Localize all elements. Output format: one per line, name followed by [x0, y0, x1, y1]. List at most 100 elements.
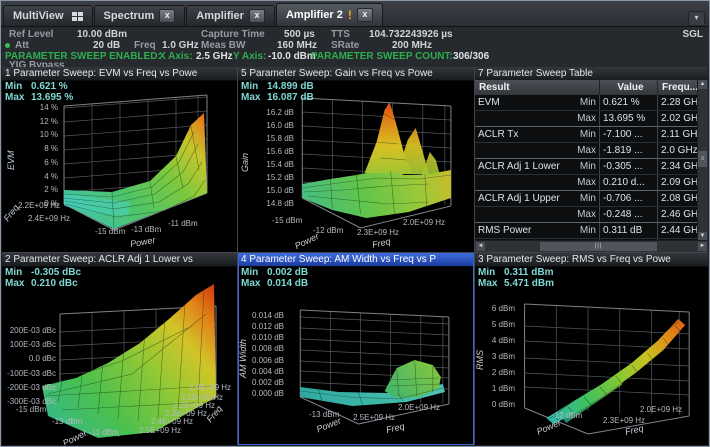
- tab-spectrum[interactable]: Spectrum x: [93, 5, 186, 26]
- col-result: Result: [475, 80, 600, 95]
- am-width-axis-label: AM Width: [238, 339, 248, 378]
- x-axis-value: 2.5 GHz: [196, 51, 233, 62]
- warning-icon: !: [347, 8, 352, 22]
- sgl-indicator: SGL: [682, 29, 703, 40]
- meas-bw-value: 160 MHz: [277, 40, 318, 51]
- channel-info-bar[interactable]: Ref Level 10.00 dBm Capture Time 500 µs …: [1, 27, 709, 71]
- tts-value: 104.732243926 µs: [369, 29, 453, 40]
- close-icon[interactable]: x: [159, 9, 176, 23]
- freq-tick: 2.0E+09 Hz: [640, 405, 683, 414]
- panel-evm-title[interactable]: 1 Parameter Sweep: EVM vs Freq vs Powe: [2, 67, 237, 81]
- tab-overflow-button[interactable]: ▾: [688, 11, 705, 26]
- scroll-left-icon[interactable]: ◄: [476, 242, 485, 251]
- att-status-dot: [5, 43, 10, 48]
- tab-multiview[interactable]: MultiView: [3, 5, 93, 26]
- table-row[interactable]: Max 13.695 %2.02 GHz: [475, 110, 698, 126]
- chevron-down-icon: ▾: [694, 13, 699, 22]
- panel-evm[interactable]: 1 Parameter Sweep: EVM vs Freq vs Powe M…: [2, 67, 237, 252]
- freq-tick: 2.2E+09 Hz: [18, 201, 61, 210]
- power-tick: -15 dBm: [272, 216, 303, 225]
- capture-time-label: Capture Time: [201, 29, 265, 40]
- power-tick: -13 dBm: [131, 225, 162, 234]
- panel-rms-title[interactable]: 3 Parameter Sweep: RMS vs Freq vs Powe: [475, 253, 708, 267]
- horizontal-scrollbar[interactable]: ◄ ||| ►: [475, 240, 708, 252]
- gain-axis-ticks: 16.2 dB 16.0 dB 15.8 dB 15.6 dB 15.4 dB 15.…: [266, 108, 294, 208]
- freq-tick: 2.0E+09 Hz: [398, 403, 441, 412]
- vertical-scrollbar[interactable]: ▲ ≡ ▼: [697, 80, 708, 241]
- power-tick: -11 dBm: [89, 428, 119, 437]
- table-row[interactable]: EVMMin 0.621 %2.28 GHz: [475, 95, 698, 110]
- minmax-readout: Min 0.002 dB Max 0.014 dB: [241, 267, 309, 289]
- tab-amplifier-2[interactable]: Amplifier 2 ! x: [275, 3, 383, 26]
- table-row[interactable]: ACLR Adj 1 UpperMin -0.706 ...2.08 GHz: [475, 190, 698, 206]
- table-row[interactable]: ACLR TxMin -7.100 ...2.11 GHz: [475, 126, 698, 142]
- close-icon[interactable]: x: [248, 9, 265, 23]
- table-row[interactable]: Max -1.819 ... 2.0 GHz: [475, 142, 698, 158]
- panel-aclr-plot[interactable]: Min -0.305 dBc Max 0.210 dBc 200E-03 dBc…: [2, 266, 237, 445]
- tab-spectrum-label: Spectrum: [103, 10, 155, 22]
- att-value: 20 dB: [93, 40, 121, 51]
- power-tick: -15 dBm: [95, 227, 126, 236]
- att-label: Att: [15, 40, 29, 51]
- table-row[interactable]: Max 0.210 d...2.09 GHz: [475, 174, 698, 190]
- meas-bw-label: Meas BW: [201, 40, 246, 51]
- tab-multiview-label: MultiView: [13, 10, 64, 22]
- tab-amplifier-label: Amplifier: [196, 10, 244, 22]
- close-icon[interactable]: x: [356, 8, 373, 22]
- panel-am-width-plot[interactable]: Min 0.002 dB Max 0.014 dB 0.014 dB 0.012…: [238, 266, 474, 445]
- sweep-count-label: PARAMETER SWEEP COUNT:: [311, 51, 453, 62]
- table-row[interactable]: RMS PowerMin 0.311 dB2.44 GHz: [475, 222, 698, 238]
- scrollbar-handle[interactable]: ≡: [698, 150, 707, 167]
- freq-tick: 2.5E+09 Hz: [139, 426, 182, 435]
- evm-axis-ticks: 14 % 12 % 10 % 8 % 6 % 4 % 2 % 0 %: [39, 103, 58, 208]
- freq-label: Freq: [134, 40, 156, 51]
- power-tick: -11 dBm: [168, 219, 198, 228]
- table-row[interactable]: ACLR Adj 1 LowerMin -0.305 ...2.34 GHz: [475, 158, 698, 174]
- minmax-readout: Min 0.621 % Max 13.695 %: [5, 81, 74, 103]
- tts-label: TTS: [331, 29, 350, 40]
- sweep-table: Result Value Frequ... EVM Min 0.621 % 2.28…: [475, 80, 708, 252]
- sweep-count-value: 306/306: [453, 51, 490, 62]
- freq-value: 1.0 GHz: [162, 40, 199, 51]
- ref-level-label: Ref Level: [9, 29, 54, 40]
- minmax-readout: Min 14.899 dB Max 16.087 dB: [241, 81, 314, 103]
- tab-amplifier[interactable]: Amplifier x: [186, 5, 275, 26]
- freq-tick: 2.3E+09 Hz: [357, 228, 400, 237]
- panel-rms[interactable]: 3 Parameter Sweep: RMS vs Freq vs Powe M…: [475, 253, 708, 445]
- analyzer-window: MultiView Spectrum x Amplifier x Amplifi…: [0, 0, 710, 447]
- minmax-readout: Min -0.305 dBc Max 0.210 dBc: [5, 267, 82, 289]
- freq-tick: 2.4E+09 Hz: [28, 214, 71, 223]
- power-tick: -15 dBm: [16, 405, 47, 414]
- gain-axis-label: Gain: [240, 152, 250, 172]
- freq-tick: 2.4E+09 Hz: [151, 417, 194, 426]
- window-grid: 1 Parameter Sweep: EVM vs Freq vs Powe M…: [2, 67, 708, 445]
- y-axis-label: Y Axis:: [233, 51, 267, 62]
- y-axis-value: -10.0 dBm: [268, 51, 316, 62]
- scroll-right-icon[interactable]: ►: [698, 242, 707, 251]
- freq-tick: 2.5E+09 Hz: [353, 413, 396, 422]
- tab-bar: MultiView Spectrum x Amplifier x Amplifi…: [1, 1, 709, 27]
- panel-gain-plot[interactable]: Min 14.899 dB Max 16.087 dB 16.2 dB 16.0…: [238, 80, 474, 252]
- ref-level-value: 10.00 dBm: [77, 29, 128, 40]
- panel-aclr-title[interactable]: 2 Parameter Sweep: ACLR Adj 1 Lower vs: [2, 253, 237, 267]
- freq-tick: 2.0E+09 Hz: [189, 383, 232, 392]
- panel-table-title[interactable]: 7 Parameter Sweep Table: [475, 67, 708, 81]
- table-rows: EVMMin 0.621 %2.28 GHz Max 13.695 %2.02 …: [475, 95, 698, 241]
- scrollbar-handle[interactable]: |||: [540, 242, 657, 251]
- panel-am-width[interactable]: 4 Parameter Sweep: AM Width vs Freq vs P…: [238, 253, 474, 445]
- scroll-up-icon[interactable]: ▲: [698, 80, 707, 89]
- srate-value: 200 MHz: [392, 40, 433, 51]
- panel-evm-plot[interactable]: Min 0.621 % Max 13.695 % 14 % 12 % 10 % …: [2, 80, 237, 252]
- panel-gain-title[interactable]: 5 Parameter Sweep: Gain vs Freq vs Powe: [238, 67, 474, 81]
- x-axis-label: X Axis:: [159, 51, 193, 62]
- table-header[interactable]: Result Value Frequ...: [475, 80, 698, 95]
- capture-time-value: 500 µs: [284, 29, 315, 40]
- panel-rms-plot[interactable]: Min 0.311 dBm Max 5.471 dBm 6 dBm 5 dBm …: [475, 266, 708, 445]
- tab-amplifier-2-label: Amplifier 2: [285, 9, 343, 21]
- panel-gain[interactable]: 5 Parameter Sweep: Gain vs Freq vs Powe …: [238, 67, 474, 252]
- panel-sweep-table[interactable]: 7 Parameter Sweep Table Result Value Fre…: [475, 67, 708, 252]
- panel-am-width-title[interactable]: 4 Parameter Sweep: AM Width vs Freq vs P: [238, 253, 474, 267]
- panel-aclr[interactable]: 2 Parameter Sweep: ACLR Adj 1 Lower vs M…: [2, 253, 237, 445]
- freq-tick: 2.0E+09 Hz: [403, 218, 446, 227]
- table-row[interactable]: Max -0.248 ...2.46 GHz: [475, 206, 698, 222]
